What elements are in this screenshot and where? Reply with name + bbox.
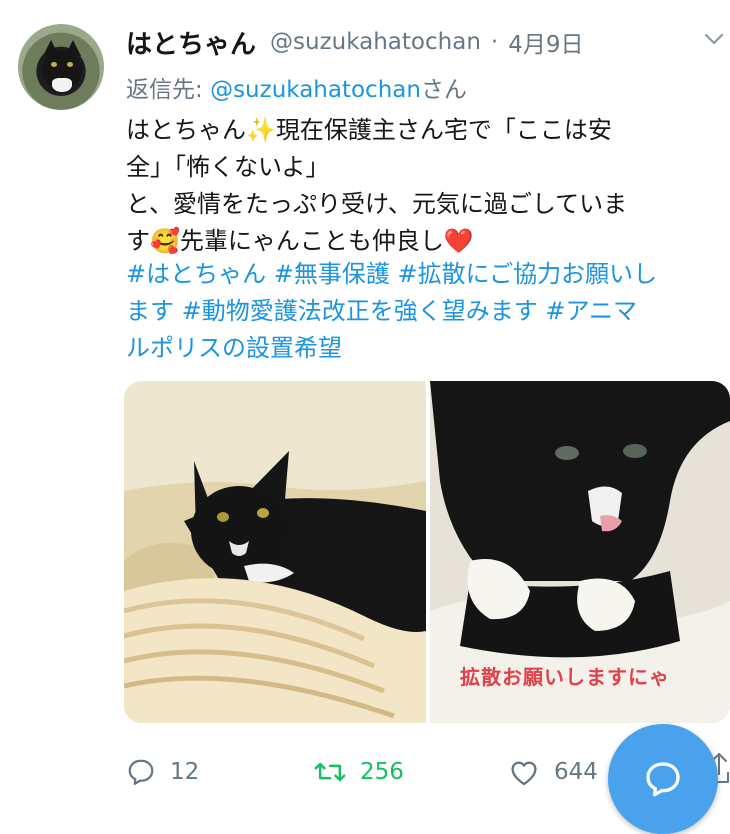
tweet-text-line: と、愛情をたっぷり受け、元気に過ごしていま <box>126 190 628 218</box>
retweet-icon <box>314 762 346 782</box>
reply-prefix: 返信先: <box>126 77 211 103</box>
image-caption-overlay: 拡散お願いしますにゃ <box>460 665 670 689</box>
tweet-text: はとちゃん✨現在保護主さん宅で「ここは安 全」「怖くないよ」 と、愛情をたっぷり… <box>126 112 718 260</box>
reply-suffix: さん <box>420 77 467 103</box>
reply-mention-link[interactable]: @suzukahatochan <box>210 77 421 103</box>
chevron-down-icon[interactable] <box>704 32 724 46</box>
tweet-header: はとちゃん @suzukahatochan · 4月9日 <box>126 22 583 62</box>
hashtag-line[interactable]: ルポリスの設置希望 <box>126 330 718 367</box>
retweet-count: 256 <box>360 759 404 785</box>
display-name[interactable]: はとちゃん <box>126 24 256 61</box>
tweet-text-line: す🥰先輩にゃんことも仲良し❤️ <box>126 227 474 255</box>
separator-dot: · <box>490 29 499 55</box>
cat-photo-left[interactable] <box>124 381 426 723</box>
user-handle[interactable]: @suzukahatochan <box>270 29 481 55</box>
cat-photo-left-art <box>124 381 426 723</box>
heart-icon <box>511 761 537 786</box>
tweet-text-line: 全」「怖くないよ」 <box>126 153 330 181</box>
like-button[interactable]: 644 <box>508 752 598 792</box>
reply-context: 返信先: @suzukahatochanさん <box>126 70 467 104</box>
avatar-cat-eye <box>51 62 57 67</box>
cat-photo-right[interactable]: 拡散お願いしますにゃ <box>430 381 730 723</box>
hashtag-line[interactable]: #はとちゃん #無事保護 #拡散にご協力お願いし <box>126 256 718 293</box>
reply-button[interactable]: 12 <box>126 752 199 792</box>
reply-icon <box>128 759 154 785</box>
media-grid: 拡散お願いしますにゃ <box>124 381 730 723</box>
reply-count: 12 <box>170 759 200 785</box>
hashtag-line[interactable]: ます #動物愛護法改正を強く望みます #アニマ <box>126 293 718 330</box>
avatar-cat-bib <box>52 78 72 92</box>
avatar[interactable] <box>18 24 104 110</box>
tweet-date[interactable]: 4月9日 <box>508 25 583 59</box>
hashtags: #はとちゃん #無事保護 #拡散にご協力お願いし ます #動物愛護法改正を強く望… <box>126 256 718 367</box>
tweet-text-line: はとちゃん✨現在保護主さん宅で「ここは安 <box>126 116 612 144</box>
compose-reply-button[interactable] <box>608 724 718 834</box>
avatar-cat-eye <box>67 62 73 67</box>
like-count: 644 <box>554 759 598 785</box>
compose-reply-icon <box>646 762 680 797</box>
retweet-button[interactable]: 256 <box>314 752 404 792</box>
